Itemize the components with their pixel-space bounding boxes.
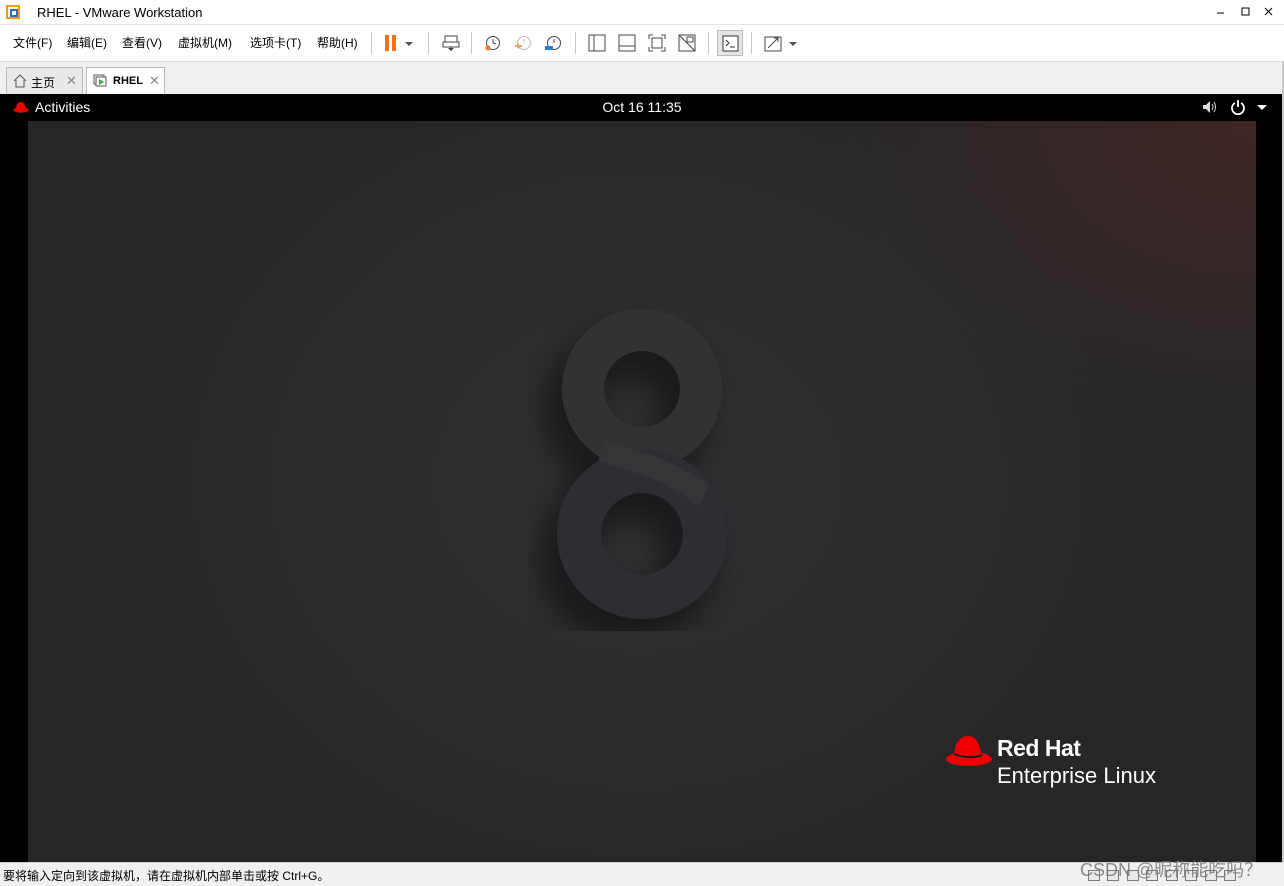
status-bar: 要将输入定向到该虚拟机，请在虚拟机内部单击或按 Ctrl+G。 CSDN @昵称… <box>0 860 1284 885</box>
tab-close-icon[interactable]: ✕ <box>66 74 77 88</box>
dropdown-arrow-icon[interactable] <box>400 30 418 56</box>
clock[interactable]: Oct 16 11:35 <box>0 99 1284 115</box>
vmware-app-icon[interactable] <box>5 4 21 20</box>
full-screen-icon[interactable] <box>644 30 670 56</box>
logo-text-enterprise-linux: Enterprise Linux <box>997 763 1156 788</box>
menu-file[interactable]: 文件(F) <box>13 34 52 51</box>
logo-text-red-hat: Red Hat <box>997 735 1081 761</box>
snapshot-revert-icon[interactable] <box>510 30 536 56</box>
maximize-icon[interactable] <box>1236 2 1256 22</box>
dropdown-arrow-icon[interactable] <box>784 30 802 56</box>
menu-tabs[interactable]: 选项卡(T) <box>250 34 301 51</box>
tab-home[interactable]: 主页 ✕ <box>6 67 83 94</box>
tab-rhel[interactable]: RHEL ✕ <box>86 67 165 94</box>
toolbar-separator <box>575 32 576 54</box>
vm-running-icon <box>93 74 107 93</box>
status-hint-text: 要将输入定向到该虚拟机，请在虚拟机内部单击或按 Ctrl+G。 <box>3 869 330 883</box>
snapshot-manager-icon[interactable] <box>540 30 566 56</box>
window-title: RHEL - VMware Workstation <box>37 5 203 20</box>
rhel-8-numeral-art <box>528 301 768 636</box>
home-icon <box>13 74 27 93</box>
snapshot-take-icon[interactable] <box>480 30 506 56</box>
gnome-top-bar: Activities Oct 16 11:35 <box>0 94 1284 121</box>
thumbnail-bar-icon[interactable] <box>614 30 640 56</box>
volume-icon[interactable] <box>1201 99 1219 120</box>
vm-console[interactable]: Activities Oct 16 11:35 Red Hat Enterpri… <box>0 94 1284 862</box>
show-library-icon[interactable] <box>584 30 610 56</box>
tab-label: RHEL <box>113 75 143 87</box>
toolbar-separator <box>708 32 709 54</box>
unity-mode-icon[interactable] <box>674 30 700 56</box>
menu-view[interactable]: 查看(V) <box>122 34 162 51</box>
menu-help[interactable]: 帮助(H) <box>317 34 358 51</box>
stretch-guest-icon[interactable] <box>760 30 786 56</box>
toolbar-separator <box>371 32 372 54</box>
close-icon[interactable] <box>1259 2 1279 22</box>
tab-close-icon[interactable]: ✕ <box>149 74 160 88</box>
toolbar-separator <box>471 32 472 54</box>
redhat-logo-icon <box>945 736 993 773</box>
menu-edit[interactable]: 编辑(E) <box>67 34 107 51</box>
redhat-enterprise-linux-logo: Red Hat Enterprise Linux <box>945 733 1156 788</box>
csdn-watermark: CSDN @昵称能吃吗？ <box>1080 860 1263 880</box>
menu-arrow-icon[interactable] <box>1256 99 1268 120</box>
minimize-icon[interactable] <box>1211 2 1231 22</box>
power-icon[interactable] <box>1230 99 1246 120</box>
tab-bar: 主页 ✕ RHEL ✕ <box>0 62 1284 94</box>
toolbar-separator <box>751 32 752 54</box>
gnome-desktop-wallpaper[interactable]: Red Hat Enterprise Linux <box>28 121 1256 862</box>
menu-toolbar: 文件(F) 编辑(E) 查看(V) 虚拟机(M) 选项卡(T) 帮助(H) <box>0 25 1284 62</box>
window-title-bar: RHEL - VMware Workstation <box>0 0 1284 25</box>
send-ctrl-alt-del-icon[interactable] <box>438 30 464 56</box>
tab-label: 主页 <box>31 76 56 90</box>
console-view-icon[interactable] <box>717 30 743 56</box>
toolbar-separator <box>428 32 429 54</box>
menu-vm[interactable]: 虚拟机(M) <box>178 34 232 51</box>
